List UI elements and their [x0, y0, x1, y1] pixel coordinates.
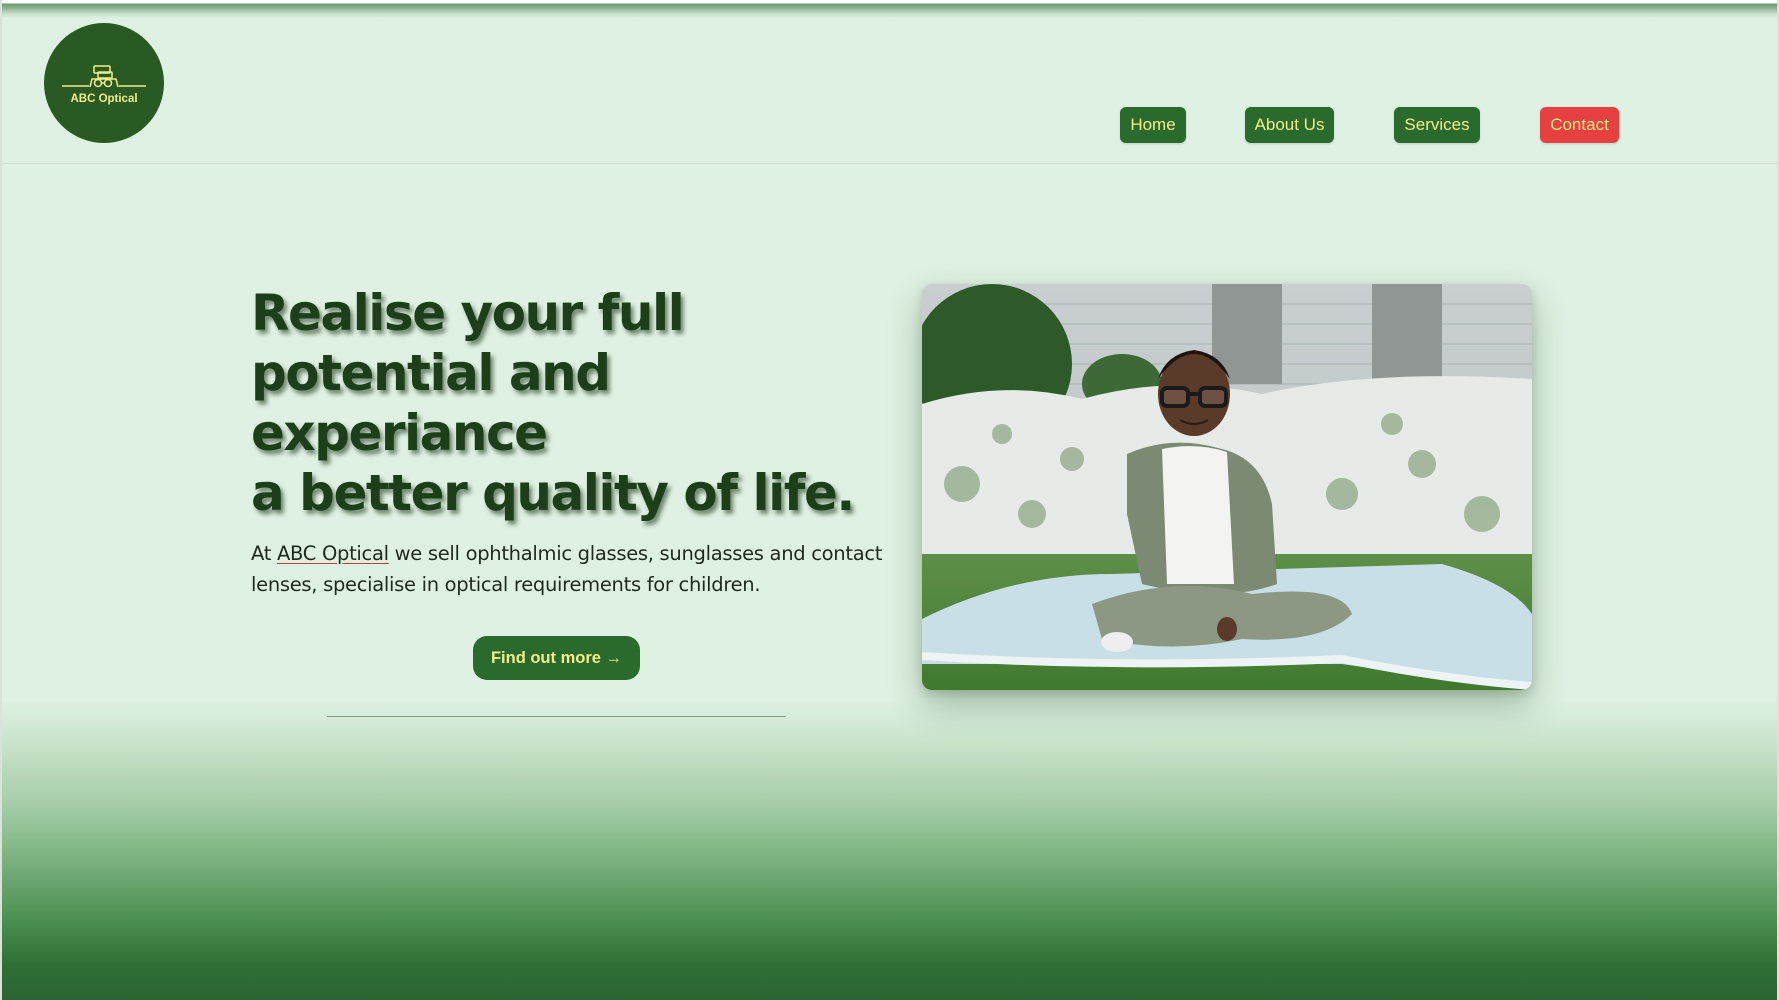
headline-line: Realise your full [251, 284, 685, 342]
browser-viewport: ABC Optical Home About Us Services Conta… [0, 0, 1779, 1000]
lede-prefix: At [251, 542, 277, 565]
site-logo[interactable]: ABC Optical [44, 23, 164, 143]
child-with-glasses-photo [922, 284, 1532, 690]
nav-home-button[interactable]: Home [1120, 107, 1186, 143]
top-accent-bar [2, 0, 1777, 18]
site-header: ABC Optical Home About Us Services Conta… [2, 18, 1777, 164]
section-divider [327, 716, 786, 717]
headline-line: potential and experiance [251, 344, 611, 462]
page-background: ABC Optical Home About Us Services Conta… [2, 0, 1777, 1000]
nav-about-button[interactable]: About Us [1245, 107, 1334, 143]
brand-link[interactable]: ABC Optical [277, 542, 389, 565]
hero-photo [922, 284, 1532, 690]
nav-contact-button[interactable]: Contact [1540, 107, 1619, 143]
logo-text: ABC Optical [70, 93, 138, 105]
nav-services-button[interactable]: Services [1394, 107, 1480, 143]
find-out-more-button[interactable]: Find out more → [473, 636, 640, 680]
headline-line: a better quality of life. [251, 464, 855, 522]
glasses-box-icon [62, 65, 146, 88]
hero-description: At ABC Optical we sell ophthalmic glasse… [251, 538, 891, 600]
hero-headline: Realise your full potential and experian… [251, 283, 891, 523]
